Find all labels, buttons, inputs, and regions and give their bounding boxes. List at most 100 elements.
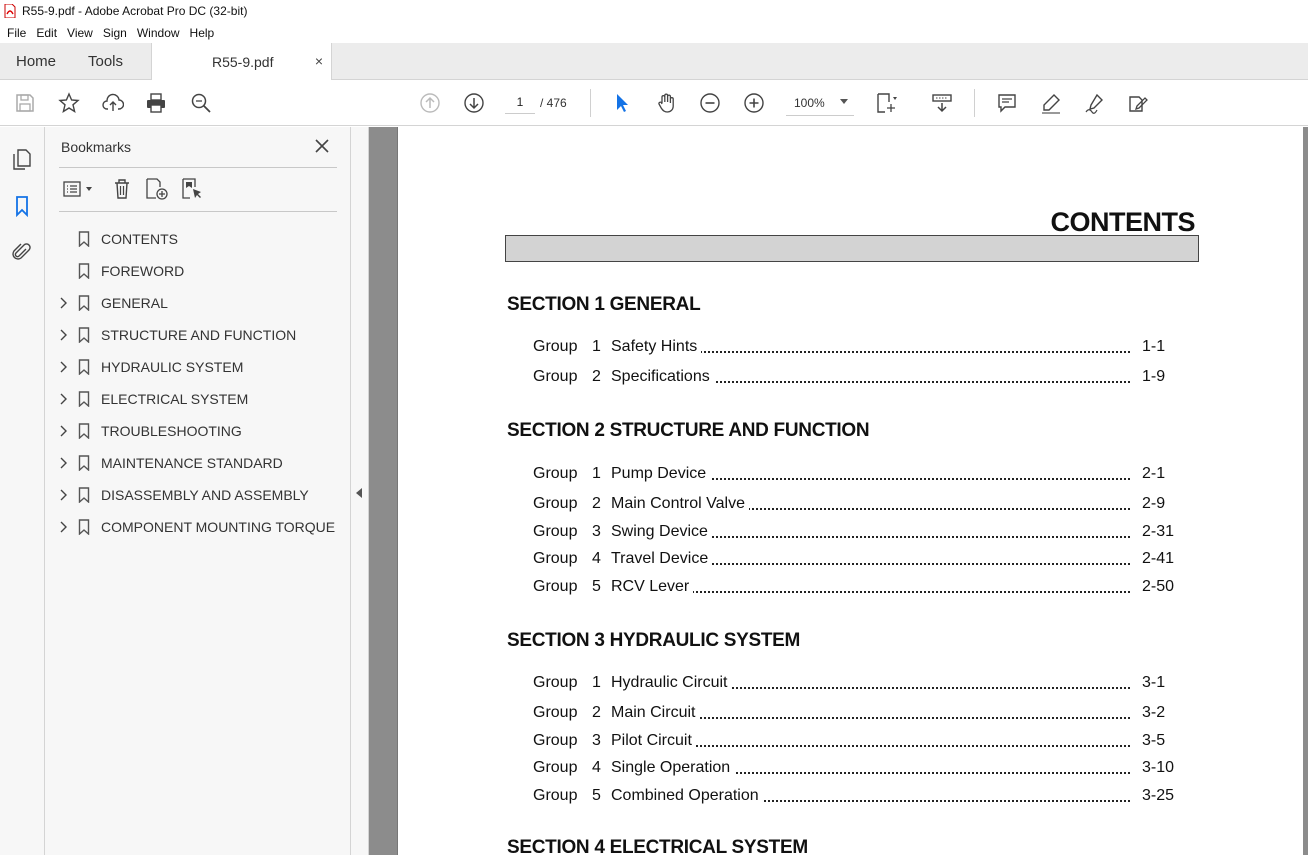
menu-view[interactable]: View xyxy=(62,26,98,40)
bookmark-panel-icon[interactable] xyxy=(10,194,34,218)
tab-document[interactable]: R55-9.pdf × xyxy=(151,43,332,81)
chevron-right-icon[interactable] xyxy=(58,425,68,437)
chevron-down-icon xyxy=(840,99,848,104)
toc-group-number: 4 xyxy=(592,759,601,776)
next-page-icon[interactable] xyxy=(462,91,486,115)
bookmark-icon xyxy=(78,455,90,472)
toc-entry[interactable]: Group 2 Main Control Valve 2-9 xyxy=(533,495,1175,517)
chevron-right-icon[interactable] xyxy=(58,489,68,501)
zoom-select[interactable]: 100% xyxy=(786,90,854,116)
bookmark-troubleshooting[interactable]: TROUBLESHOOTING xyxy=(45,415,351,447)
bookmark-properties-icon[interactable] xyxy=(181,177,205,201)
toc-page-number: 2-41 xyxy=(1142,550,1175,567)
toc-entry[interactable]: Group 1 Pump Device 2-1 xyxy=(533,465,1175,487)
toc-entry[interactable]: Group 2 Specifications 1-9 xyxy=(533,368,1175,390)
page-number-input[interactable] xyxy=(505,90,535,114)
toc-entry[interactable]: Group 2 Main Circuit 3-2 xyxy=(533,704,1175,726)
menu-edit[interactable]: Edit xyxy=(31,26,62,40)
toc-group-number: 3 xyxy=(592,732,601,749)
toc-entry-title: Single Operation xyxy=(611,759,735,777)
zoom-out-icon[interactable] xyxy=(698,91,722,115)
toc-entry[interactable]: Group 1 Safety Hints 1-1 xyxy=(533,338,1175,360)
menu-help[interactable]: Help xyxy=(185,26,220,40)
toc-entry[interactable]: Group 1 Hydraulic Circuit 3-1 xyxy=(533,674,1175,696)
menu-window[interactable]: Window xyxy=(132,26,185,40)
toc-entry[interactable]: Group 4 Single Operation 3-10 xyxy=(533,759,1175,781)
chevron-right-icon[interactable] xyxy=(58,521,68,533)
toc-group-number: 5 xyxy=(592,787,601,804)
toolbar-separator xyxy=(974,89,975,117)
bookmark-icon xyxy=(78,487,90,504)
toc-entry-title: Travel Device xyxy=(611,550,713,568)
title-bar: R55-9.pdf - Adobe Acrobat Pro DC (32-bit… xyxy=(0,0,1308,22)
bookmark-foreword[interactable]: FOREWORD xyxy=(45,255,351,287)
hand-tool-icon[interactable] xyxy=(654,91,678,115)
attachment-paperclip-icon[interactable] xyxy=(10,240,34,264)
chevron-right-icon[interactable] xyxy=(58,393,68,405)
previous-page-icon[interactable] xyxy=(418,91,442,115)
section-heading: SECTION 2 STRUCTURE AND FUNCTION xyxy=(507,420,870,441)
toc-page-number: 3-1 xyxy=(1142,674,1166,691)
bookmark-electrical-system[interactable]: ELECTRICAL SYSTEM xyxy=(45,383,351,415)
select-cursor-icon[interactable] xyxy=(610,91,634,115)
chevron-right-icon[interactable] xyxy=(58,457,68,469)
menu-sign[interactable]: Sign xyxy=(98,26,132,40)
close-icon[interactable] xyxy=(313,137,331,155)
chevron-right-icon[interactable] xyxy=(58,329,68,341)
toc-entry[interactable]: Group 5 RCV Lever 2-50 xyxy=(533,578,1175,600)
bookmark-options-icon[interactable] xyxy=(61,177,97,201)
toc-entry[interactable]: Group 5 Combined Operation 3-25 xyxy=(533,787,1175,809)
toc-page-number: 2-31 xyxy=(1142,523,1175,540)
upload-cloud-icon[interactable] xyxy=(101,91,125,115)
toc-entry-title: Pilot Circuit xyxy=(611,732,696,750)
toc-group-label: Group xyxy=(533,550,578,567)
bookmark-component-mounting-torque[interactable]: COMPONENT MOUNTING TORQUE xyxy=(45,511,351,543)
draw-sign-icon[interactable] xyxy=(1083,91,1107,115)
bookmark-general[interactable]: GENERAL xyxy=(45,287,351,319)
bookmark-label: TROUBLESHOOTING xyxy=(101,423,242,439)
tab-home[interactable]: Home xyxy=(16,43,56,80)
highlight-pen-icon[interactable] xyxy=(1039,91,1063,115)
bookmark-structure-and-function[interactable]: STRUCTURE AND FUNCTION xyxy=(45,319,351,351)
toc-page-number: 2-9 xyxy=(1142,495,1166,512)
bookmark-disassembly-and-assembly[interactable]: DISASSEMBLY AND ASSEMBLY xyxy=(45,479,351,511)
document-viewport[interactable]: CONTENTS SECTION 1 GENERAL Group 1 Safet… xyxy=(369,127,1308,855)
bookmark-label: COMPONENT MOUNTING TORQUE xyxy=(101,519,336,535)
bookmark-icon xyxy=(78,263,90,280)
bookmark-hydraulic-system[interactable]: HYDRAULIC SYSTEM xyxy=(45,351,351,383)
bookmark-label: STRUCTURE AND FUNCTION xyxy=(101,327,297,343)
bookmark-label: ELECTRICAL SYSTEM xyxy=(101,391,249,407)
search-zoom-icon[interactable] xyxy=(189,91,213,115)
page-thumbnails-icon[interactable] xyxy=(10,147,34,171)
tab-close-icon[interactable]: × xyxy=(315,53,323,69)
toc-page-number: 1-1 xyxy=(1142,338,1166,355)
toc-group-number: 4 xyxy=(592,550,601,567)
toc-page-number: 1-9 xyxy=(1142,368,1166,385)
tab-document-label: R55-9.pdf xyxy=(212,54,274,70)
chevron-right-icon[interactable] xyxy=(58,297,68,309)
scroll-mode-icon[interactable] xyxy=(930,91,954,115)
toc-entry[interactable]: Group 4 Travel Device 2-41 xyxy=(533,550,1175,572)
print-icon[interactable] xyxy=(144,91,168,115)
comment-icon[interactable] xyxy=(995,91,1019,115)
zoom-in-icon[interactable] xyxy=(742,91,766,115)
save-icon[interactable] xyxy=(13,91,37,115)
toc-page-number: 2-50 xyxy=(1142,578,1175,595)
zoom-value: 100% xyxy=(794,95,825,110)
star-icon[interactable] xyxy=(57,91,81,115)
toc-entry[interactable]: Group 3 Swing Device 2-31 xyxy=(533,523,1175,545)
delete-bookmark-icon[interactable] xyxy=(110,177,134,201)
menu-file[interactable]: File xyxy=(2,26,31,40)
window-title: R55-9.pdf - Adobe Acrobat Pro DC (32-bit… xyxy=(22,4,248,18)
bookmark-contents[interactable]: CONTENTS xyxy=(45,223,351,255)
tab-tools[interactable]: Tools xyxy=(88,43,123,80)
pdf-page: CONTENTS SECTION 1 GENERAL Group 1 Safet… xyxy=(397,127,1303,855)
toc-entry[interactable]: Group 3 Pilot Circuit 3-5 xyxy=(533,732,1175,754)
panel-collapse-handle[interactable] xyxy=(351,127,369,855)
acrobat-pdf-icon xyxy=(4,3,16,19)
bookmark-maintenance-standard[interactable]: MAINTENANCE STANDARD xyxy=(45,447,351,479)
chevron-right-icon[interactable] xyxy=(58,361,68,373)
share-tools-icon[interactable] xyxy=(1126,91,1150,115)
page-fit-icon[interactable] xyxy=(874,91,898,115)
new-bookmark-icon[interactable] xyxy=(145,177,169,201)
